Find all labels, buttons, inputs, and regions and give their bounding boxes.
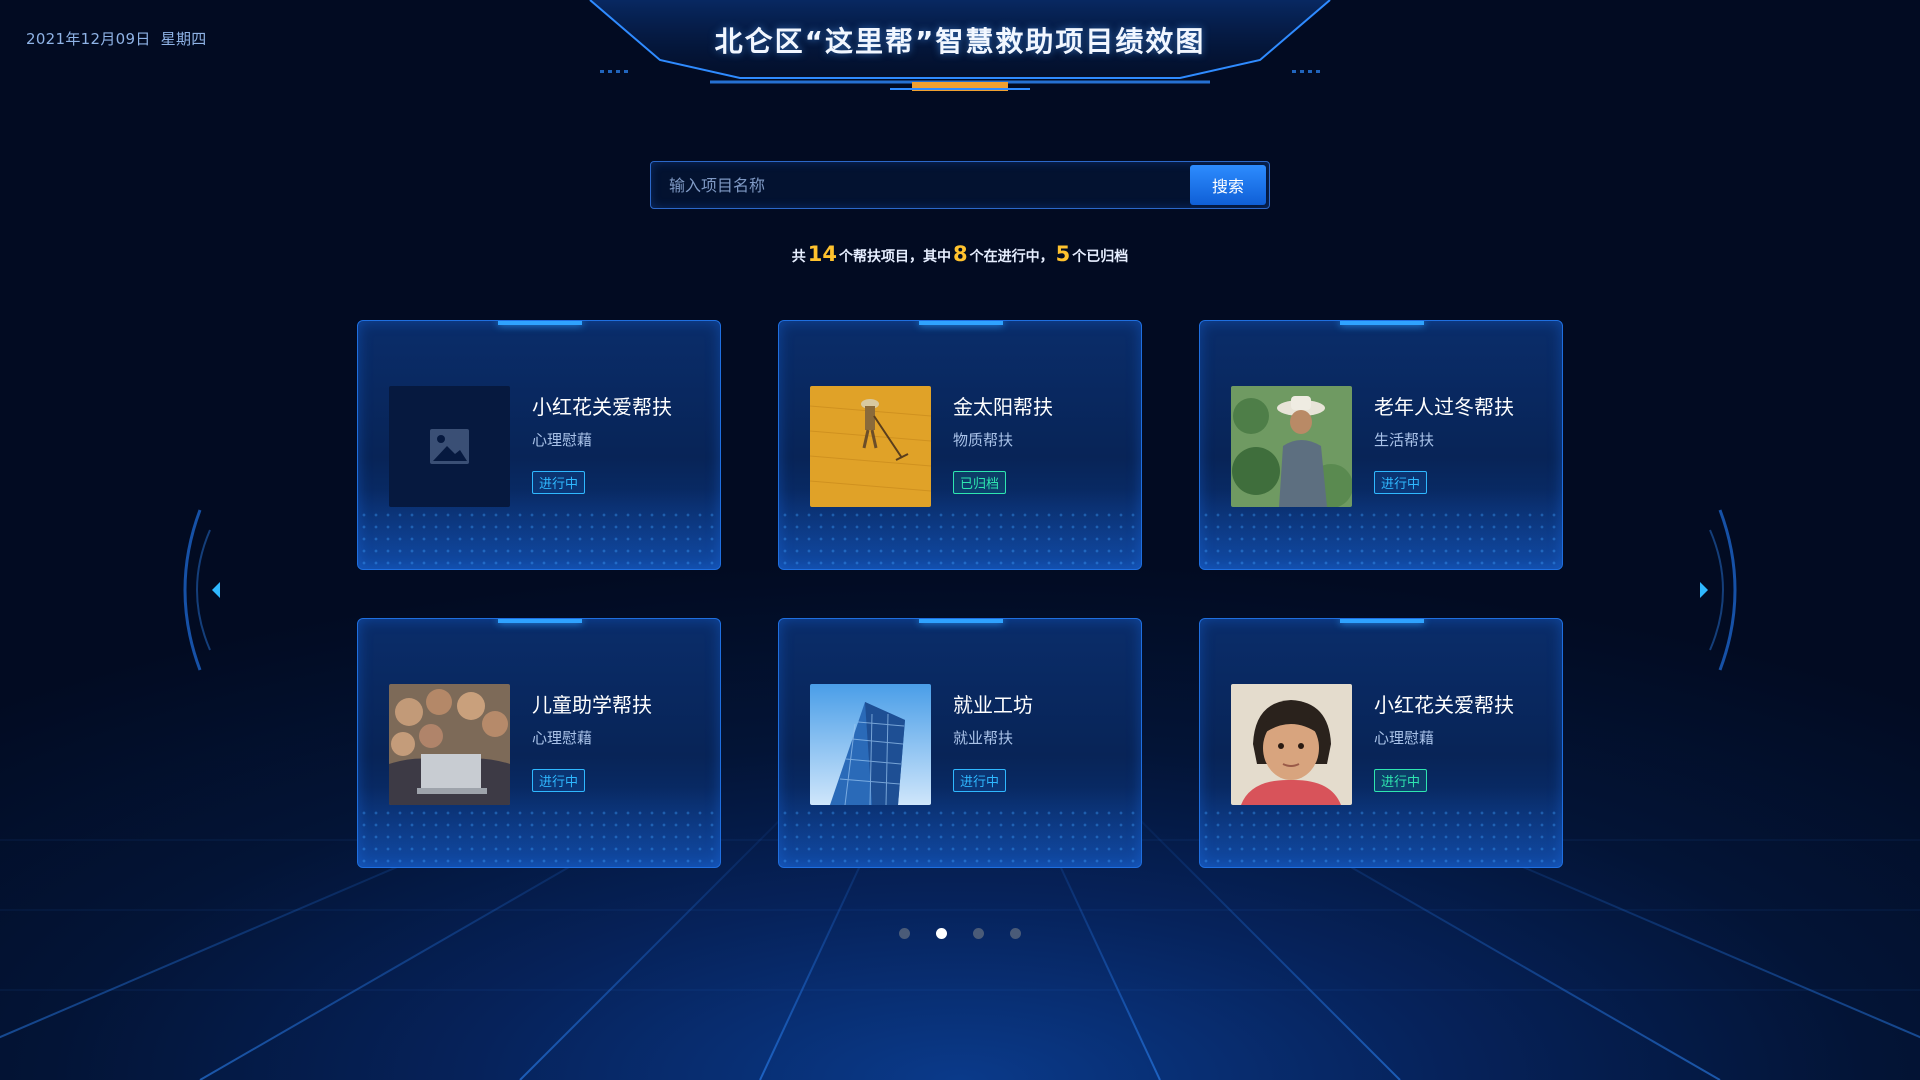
page-dot-4[interactable] [1010, 928, 1021, 939]
children-laptop-photo [389, 684, 510, 805]
current-weekday: 星期四 [160, 30, 207, 48]
project-type: 生活帮扶 [1374, 431, 1435, 449]
pagination-dots [0, 924, 1920, 943]
project-card[interactable]: 小红花关爱帮扶 心理慰藉 进行中 [1199, 618, 1563, 868]
summary-mid1: 个帮扶项目，其中 [838, 249, 951, 265]
project-card-grid: 小红花关爱帮扶 心理慰藉 进行中 金太阳帮扶 物质帮扶 已归档 老年人过冬帮扶 … [357, 320, 1563, 868]
chevron-right-icon [1695, 582, 1708, 598]
summary-prefix: 共 [791, 249, 806, 265]
status-badge: 进行中 [532, 471, 586, 494]
farmer-raking-photo [810, 386, 931, 507]
project-name: 就业工坊 [953, 693, 1033, 717]
project-card[interactable]: 儿童助学帮扶 心理慰藉 进行中 [357, 618, 721, 868]
chevron-left-icon [212, 582, 225, 598]
project-card[interactable]: 小红花关爱帮扶 心理慰藉 进行中 [357, 320, 721, 570]
project-type: 心理慰藉 [1374, 729, 1435, 747]
status-badge: 进行中 [1374, 471, 1428, 494]
project-card[interactable]: 老年人过冬帮扶 生活帮扶 进行中 [1199, 320, 1563, 570]
project-summary: 共14 个帮扶项目，其中8 个在进行中，5 个已归档 [0, 242, 1920, 266]
next-page-button[interactable] [1695, 500, 1760, 680]
page-dot-3[interactable] [973, 928, 984, 939]
search-button[interactable]: 搜索 [1190, 165, 1266, 205]
summary-mid2: 个在进行中， [969, 249, 1054, 265]
project-type: 物质帮扶 [953, 431, 1014, 449]
project-card[interactable]: 就业工坊 就业帮扶 进行中 [778, 618, 1142, 868]
prev-page-button[interactable] [160, 500, 225, 680]
status-badge: 进行中 [953, 769, 1007, 792]
project-name: 金太阳帮扶 [953, 395, 1053, 419]
search-bar: 搜索 [650, 161, 1270, 209]
child-portrait-photo [1231, 684, 1352, 805]
active-count: 8 [952, 242, 968, 266]
project-name: 小红花关爱帮扶 [1374, 693, 1514, 717]
current-date: 2021年12月09日 [26, 30, 151, 48]
project-name: 老年人过冬帮扶 [1374, 395, 1514, 419]
search-input[interactable] [651, 162, 1181, 208]
date-display: 2021年12月09日 星期四 [26, 28, 217, 49]
page-title: 北仑区“这里帮”智慧救助项目绩效图 [714, 25, 1206, 58]
status-badge: 进行中 [1374, 769, 1428, 792]
status-badge: 已归档 [953, 471, 1007, 494]
header-banner: 北仑区“这里帮”智慧救助项目绩效图 [560, 0, 1360, 100]
placeholder-image-icon [389, 386, 510, 507]
project-type: 心理慰藉 [532, 729, 593, 747]
total-count: 14 [807, 242, 837, 266]
status-badge: 进行中 [532, 769, 586, 792]
project-type: 就业帮扶 [953, 729, 1014, 747]
archived-count: 5 [1055, 242, 1071, 266]
project-type: 心理慰藉 [532, 431, 593, 449]
page-dot-2[interactable] [936, 928, 947, 939]
page-dot-1[interactable] [899, 928, 910, 939]
office-building-photo [810, 684, 931, 805]
elderly-man-photo [1231, 386, 1352, 507]
summary-suffix: 个已归档 [1072, 249, 1129, 265]
project-name: 小红花关爱帮扶 [532, 395, 672, 419]
project-card[interactable]: 金太阳帮扶 物质帮扶 已归档 [778, 320, 1142, 570]
project-name: 儿童助学帮扶 [532, 693, 652, 717]
